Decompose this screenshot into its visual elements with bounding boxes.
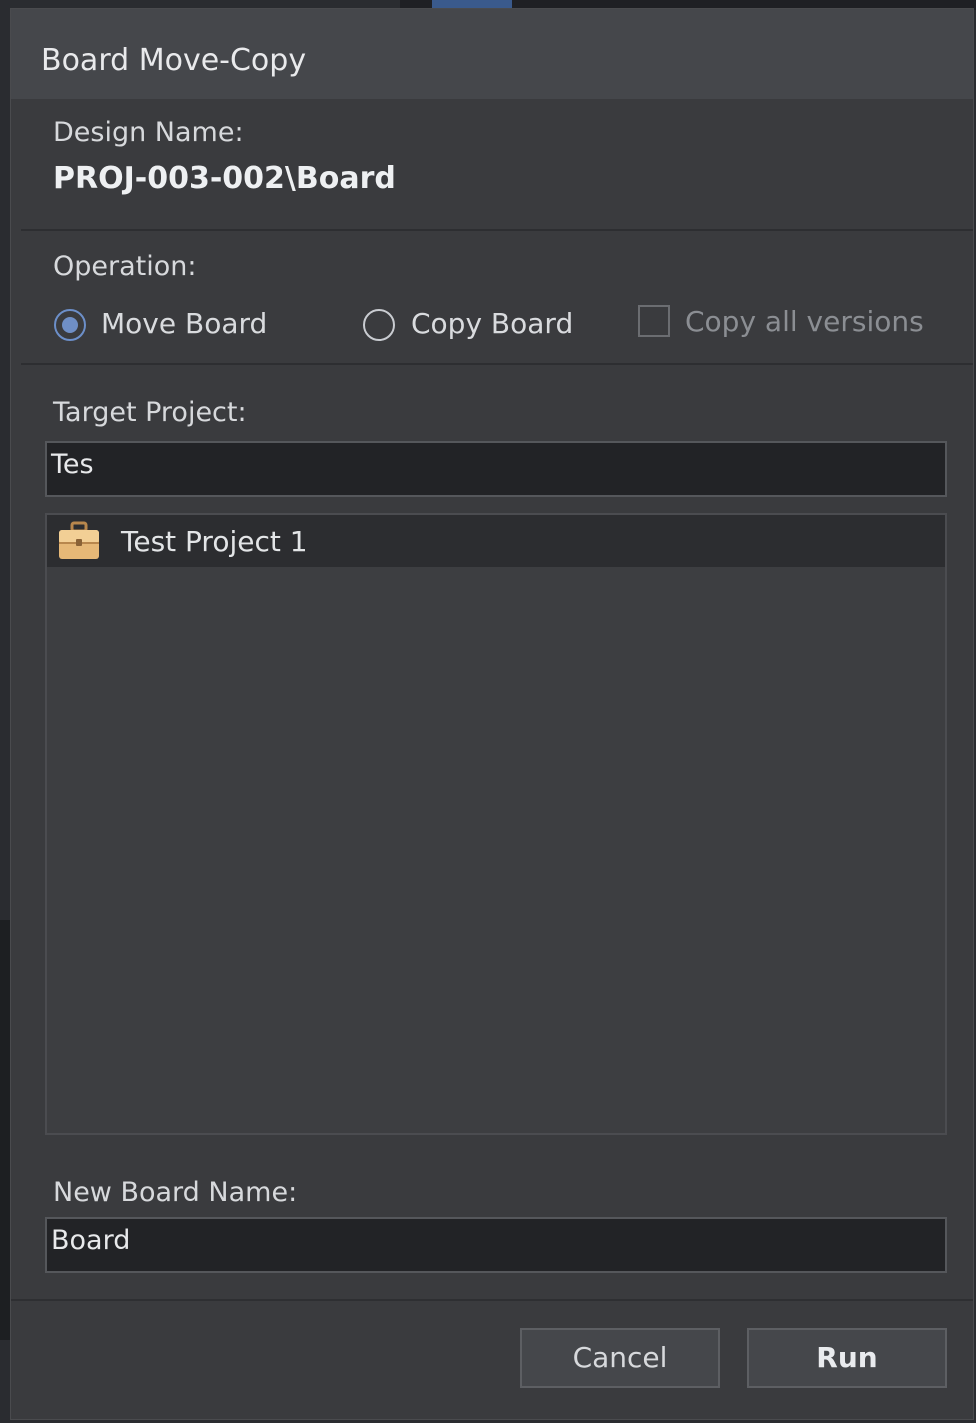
- project-list[interactable]: Test Project 1: [45, 513, 947, 1135]
- copy-board-label[interactable]: Copy Board: [411, 307, 573, 340]
- target-project-label: Target Project:: [53, 397, 247, 428]
- target-project-input[interactable]: Tes: [45, 441, 947, 497]
- dialog-title: Board Move-Copy: [41, 43, 307, 78]
- copy-all-versions-label: Copy all versions: [685, 305, 924, 338]
- list-item[interactable]: Test Project 1: [47, 515, 945, 567]
- move-board-radio[interactable]: [54, 309, 86, 341]
- new-board-name-input[interactable]: Board: [45, 1217, 947, 1273]
- footer-divider: [11, 1299, 973, 1301]
- board-move-copy-dialog: Board Move-Copy Design Name: PROJ-003-00…: [10, 8, 974, 1420]
- new-board-name-label: New Board Name:: [53, 1177, 298, 1208]
- dialog-titlebar[interactable]: Board Move-Copy: [11, 9, 973, 99]
- run-button[interactable]: Run: [747, 1328, 947, 1388]
- operation-label: Operation:: [53, 251, 197, 282]
- list-item-label: Test Project 1: [121, 525, 308, 558]
- move-board-label[interactable]: Move Board: [101, 307, 267, 340]
- copy-board-radio[interactable]: [363, 309, 395, 341]
- design-name-value: PROJ-003-002\Board: [53, 161, 396, 196]
- copy-all-versions-checkbox[interactable]: [638, 305, 670, 337]
- design-name-label: Design Name:: [53, 117, 244, 148]
- divider: [21, 229, 973, 231]
- divider: [21, 363, 973, 365]
- background-app-panel: [0, 920, 10, 1340]
- briefcase-icon: [59, 521, 99, 559]
- cancel-button[interactable]: Cancel: [520, 1328, 720, 1388]
